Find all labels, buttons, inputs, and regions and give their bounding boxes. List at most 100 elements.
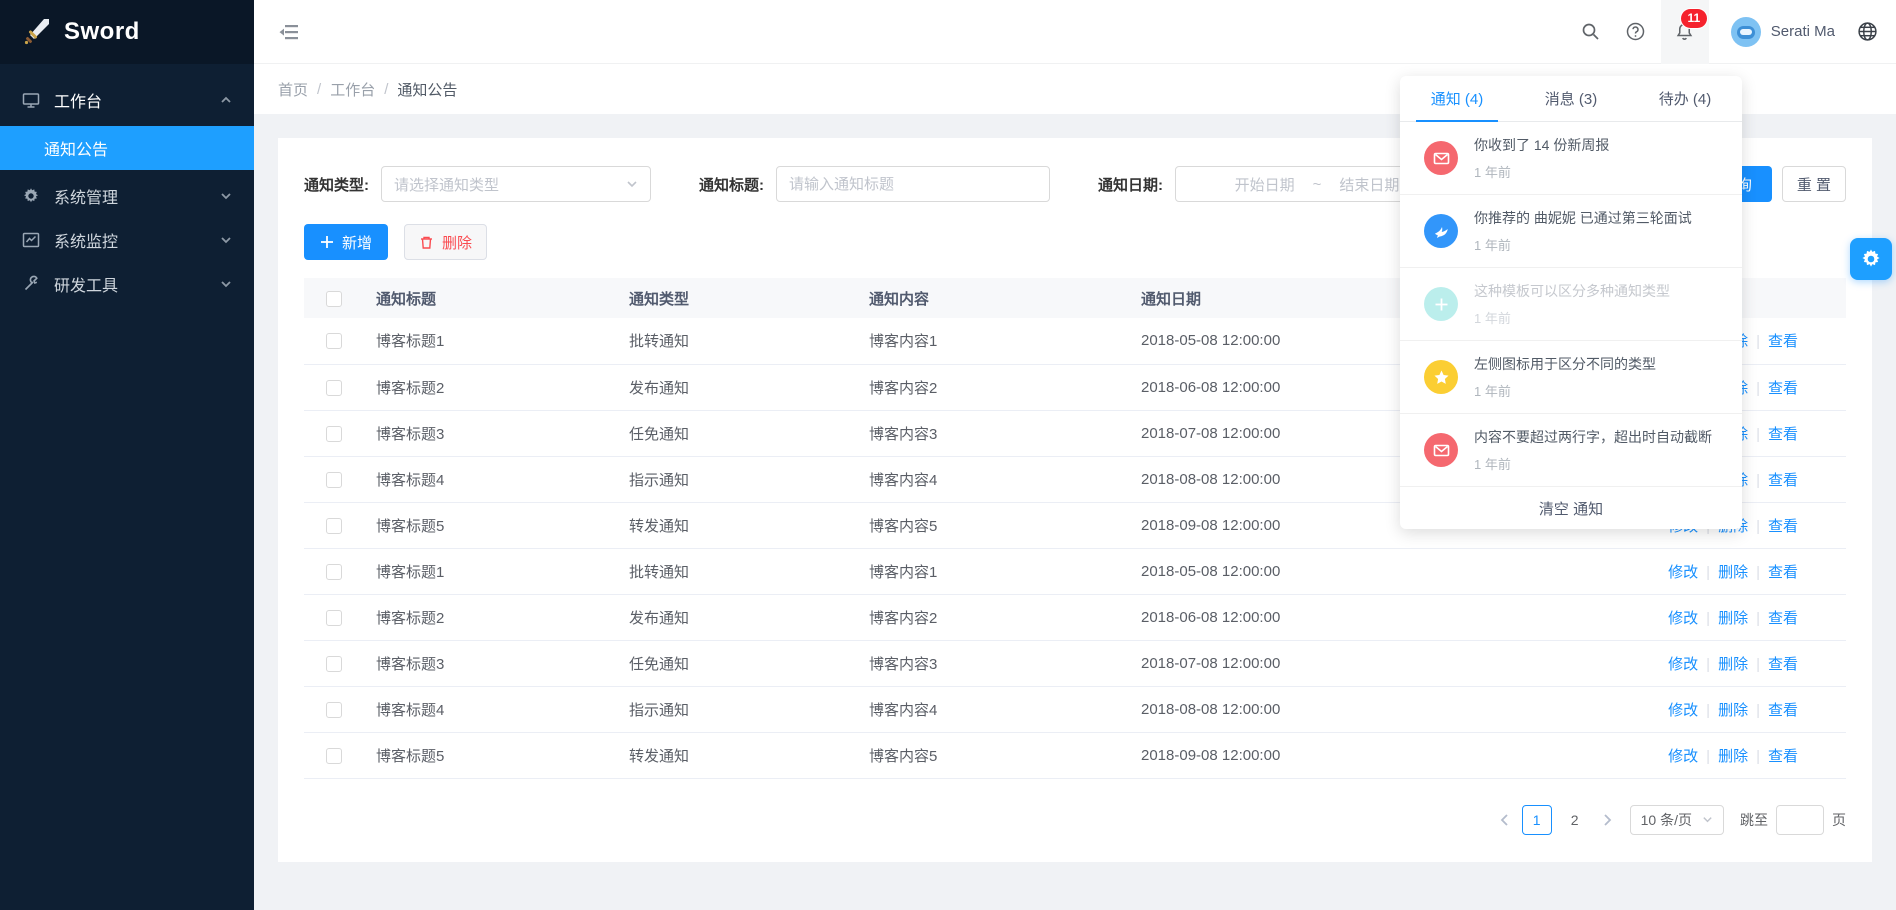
user-menu[interactable]: Serati Ma <box>1731 17 1835 47</box>
view-link[interactable]: 查看 <box>1768 518 1798 535</box>
tab-notices[interactable]: 通知 (4) <box>1400 76 1514 121</box>
add-button[interactable]: 新增 <box>304 224 388 260</box>
view-link[interactable]: 查看 <box>1768 748 1798 765</box>
plus-icon <box>320 235 334 249</box>
cell-type: 指示通知 <box>617 686 857 732</box>
cell-date: 2018-05-08 12:00:00 <box>1129 548 1596 594</box>
view-link[interactable]: 查看 <box>1768 564 1798 581</box>
select-all-checkbox[interactable] <box>326 291 342 307</box>
theme-settings-button[interactable] <box>1850 238 1892 280</box>
menu-fold-icon[interactable] <box>278 21 300 43</box>
cell-type: 发布通知 <box>617 364 857 410</box>
notice-title-input[interactable] <box>776 166 1050 202</box>
delete-button[interactable]: 删除 <box>404 224 487 260</box>
app-title: Sword <box>64 18 140 46</box>
breadcrumb-workbench[interactable]: 工作台 <box>330 79 375 100</box>
view-link[interactable]: 查看 <box>1768 610 1798 627</box>
tab-todos[interactable]: 待办 (4) <box>1628 76 1742 121</box>
sidebar-item-dev-tools[interactable]: 研发工具 <box>0 262 254 306</box>
cell-title: 博客标题1 <box>364 548 617 594</box>
cell-date: 2018-08-08 12:00:00 <box>1129 686 1596 732</box>
notification-badge: 11 <box>1681 9 1707 28</box>
edit-link[interactable]: 修改 <box>1668 610 1698 627</box>
header-search-icon[interactable] <box>1581 22 1600 41</box>
cell-date: 2018-09-08 12:00:00 <box>1129 732 1596 778</box>
cell-type: 任免通知 <box>617 640 857 686</box>
table-row: 博客标题1 批转通知 博客内容1 2018-05-08 12:00:00 修改|… <box>304 548 1846 594</box>
row-checkbox[interactable] <box>326 380 342 396</box>
view-link[interactable]: 查看 <box>1768 333 1798 350</box>
notification-item[interactable]: 这种模板可以区分多种通知类型 1 年前 <box>1400 268 1742 341</box>
notification-item[interactable]: 内容不要超过两行字，超出时自动截断 1 年前 <box>1400 414 1742 487</box>
logo[interactable]: Sword <box>0 0 254 64</box>
edit-link[interactable]: 修改 <box>1668 564 1698 581</box>
reset-button[interactable]: 重 置 <box>1782 166 1846 202</box>
cell-type: 批转通知 <box>617 318 857 364</box>
notification-title: 这种模板可以区分多种通知类型 <box>1474 281 1722 301</box>
help-icon[interactable] <box>1626 22 1645 41</box>
cell-content: 博客内容3 <box>857 640 1129 686</box>
jump-page-input[interactable] <box>1776 805 1824 835</box>
notification-title: 你收到了 14 份新周报 <box>1474 135 1722 155</box>
chevron-down-icon <box>1702 814 1713 825</box>
cell-content: 博客内容5 <box>857 502 1129 548</box>
cell-title: 博客标题1 <box>364 318 617 364</box>
notification-title: 内容不要超过两行字，超出时自动截断 <box>1474 427 1722 447</box>
row-checkbox[interactable] <box>326 426 342 442</box>
row-checkbox[interactable] <box>326 564 342 580</box>
cell-content: 博客内容2 <box>857 364 1129 410</box>
edit-link[interactable]: 修改 <box>1668 702 1698 719</box>
globe-icon <box>1857 21 1878 42</box>
prev-page-icon[interactable] <box>1498 813 1512 827</box>
delete-link[interactable]: 删除 <box>1718 610 1748 627</box>
date-separator: ~ <box>1313 176 1322 193</box>
view-link[interactable]: 查看 <box>1768 472 1798 489</box>
row-checkbox[interactable] <box>326 610 342 626</box>
sidebar-item-notice[interactable]: 通知公告 <box>0 126 254 170</box>
row-checkbox[interactable] <box>326 333 342 349</box>
row-checkbox[interactable] <box>326 748 342 764</box>
table-row: 博客标题4 指示通知 博客内容4 2018-08-08 12:00:00 修改|… <box>304 686 1846 732</box>
page-button-2[interactable]: 2 <box>1560 805 1590 835</box>
chart-icon <box>22 231 40 249</box>
language-switch[interactable] <box>1857 21 1878 42</box>
row-checkbox[interactable] <box>326 472 342 488</box>
page-size-select[interactable]: 10 条/页 <box>1630 805 1724 835</box>
cell-content: 博客内容1 <box>857 318 1129 364</box>
view-link[interactable]: 查看 <box>1768 656 1798 673</box>
notification-list: 你收到了 14 份新周报 1 年前 你推荐的 曲妮妮 已通过第三轮面试 1 年前 <box>1400 122 1742 487</box>
tab-messages[interactable]: 消息 (3) <box>1514 76 1628 121</box>
sidebar-item-workbench[interactable]: 工作台 <box>0 78 254 122</box>
notice-type-select[interactable]: 请选择通知类型 <box>381 166 651 202</box>
row-checkbox[interactable] <box>326 518 342 534</box>
sidebar-item-system-monitor[interactable]: 系统监控 <box>0 218 254 262</box>
cell-title: 博客标题3 <box>364 410 617 456</box>
cell-type: 发布通知 <box>617 594 857 640</box>
cell-title: 博客标题3 <box>364 640 617 686</box>
clear-notifications-button[interactable]: 清空 通知 <box>1400 487 1742 529</box>
view-link[interactable]: 查看 <box>1768 380 1798 397</box>
view-link[interactable]: 查看 <box>1768 426 1798 443</box>
sidebar-item-system-admin[interactable]: 系统管理 <box>0 174 254 218</box>
notification-item[interactable]: 左侧图标用于区分不同的类型 1 年前 <box>1400 341 1742 414</box>
delete-link[interactable]: 删除 <box>1718 656 1748 673</box>
notification-item[interactable]: 你推荐的 曲妮妮 已通过第三轮面试 1 年前 <box>1400 195 1742 268</box>
delete-link[interactable]: 删除 <box>1718 748 1748 765</box>
row-checkbox[interactable] <box>326 702 342 718</box>
edit-link[interactable]: 修改 <box>1668 656 1698 673</box>
gear-icon <box>22 187 40 205</box>
page-button-1[interactable]: 1 <box>1522 805 1552 835</box>
chevron-down-icon <box>220 190 232 202</box>
edit-link[interactable]: 修改 <box>1668 748 1698 765</box>
notification-time: 1 年前 <box>1474 308 1722 327</box>
delete-link[interactable]: 删除 <box>1718 564 1748 581</box>
view-link[interactable]: 查看 <box>1768 702 1798 719</box>
mail-icon <box>1433 442 1450 459</box>
delete-link[interactable]: 删除 <box>1718 702 1748 719</box>
next-page-icon[interactable] <box>1600 813 1614 827</box>
notification-item[interactable]: 你收到了 14 份新周报 1 年前 <box>1400 122 1742 195</box>
row-checkbox[interactable] <box>326 656 342 672</box>
breadcrumb-home[interactable]: 首页 <box>278 79 308 100</box>
notification-bell-button[interactable]: 11 <box>1661 0 1709 64</box>
trash-icon <box>419 235 434 250</box>
